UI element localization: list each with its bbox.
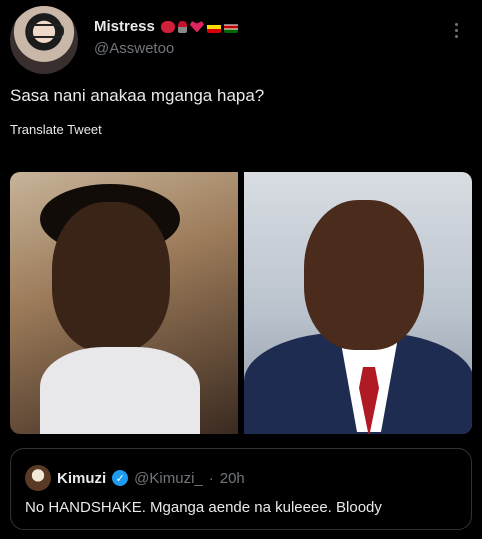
wine-glass-icon [177,20,187,33]
author-username[interactable]: @Asswetoo [94,40,174,57]
verified-badge-icon: ✓ [112,470,129,486]
quoted-tweet-text: No HANDSHAKE. Mganga aende na kuleeee. B… [25,499,382,516]
uganda-flag-icon [206,20,221,33]
media-photo-man-in-suit[interactable] [244,172,472,434]
quoted-tweet-header: Kimuzi ✓ @Kimuzi_ · 20h [25,465,245,491]
quoted-author-avatar [25,465,51,491]
media-photo-young-man[interactable] [10,172,238,434]
quoted-tweet-time: 20h [219,469,245,487]
author-avatar[interactable] [10,6,78,74]
kenya-flag-icon [223,20,238,33]
tweet-header: Mistress @Asswetoo [10,6,472,76]
lips-icon [160,20,175,33]
red-heart-icon [189,21,204,33]
tweet-text: Sasa nani anakaa mganga hapa? [10,86,265,105]
quoted-author-name: Kimuzi [57,469,107,487]
author-name-emojis [160,20,238,33]
quoted-author-username: @Kimuzi_ [134,469,203,487]
translate-tweet-link[interactable]: Translate Tweet [10,122,102,137]
author-name-row: Mistress [94,18,238,35]
tweet-media [10,172,472,434]
separator-dot: · [208,469,214,487]
more-options-icon[interactable] [444,18,468,42]
quoted-tweet[interactable]: Kimuzi ✓ @Kimuzi_ · 20h No HANDSHAKE. Mg… [10,448,472,530]
author-display-name[interactable]: Mistress [94,18,155,35]
